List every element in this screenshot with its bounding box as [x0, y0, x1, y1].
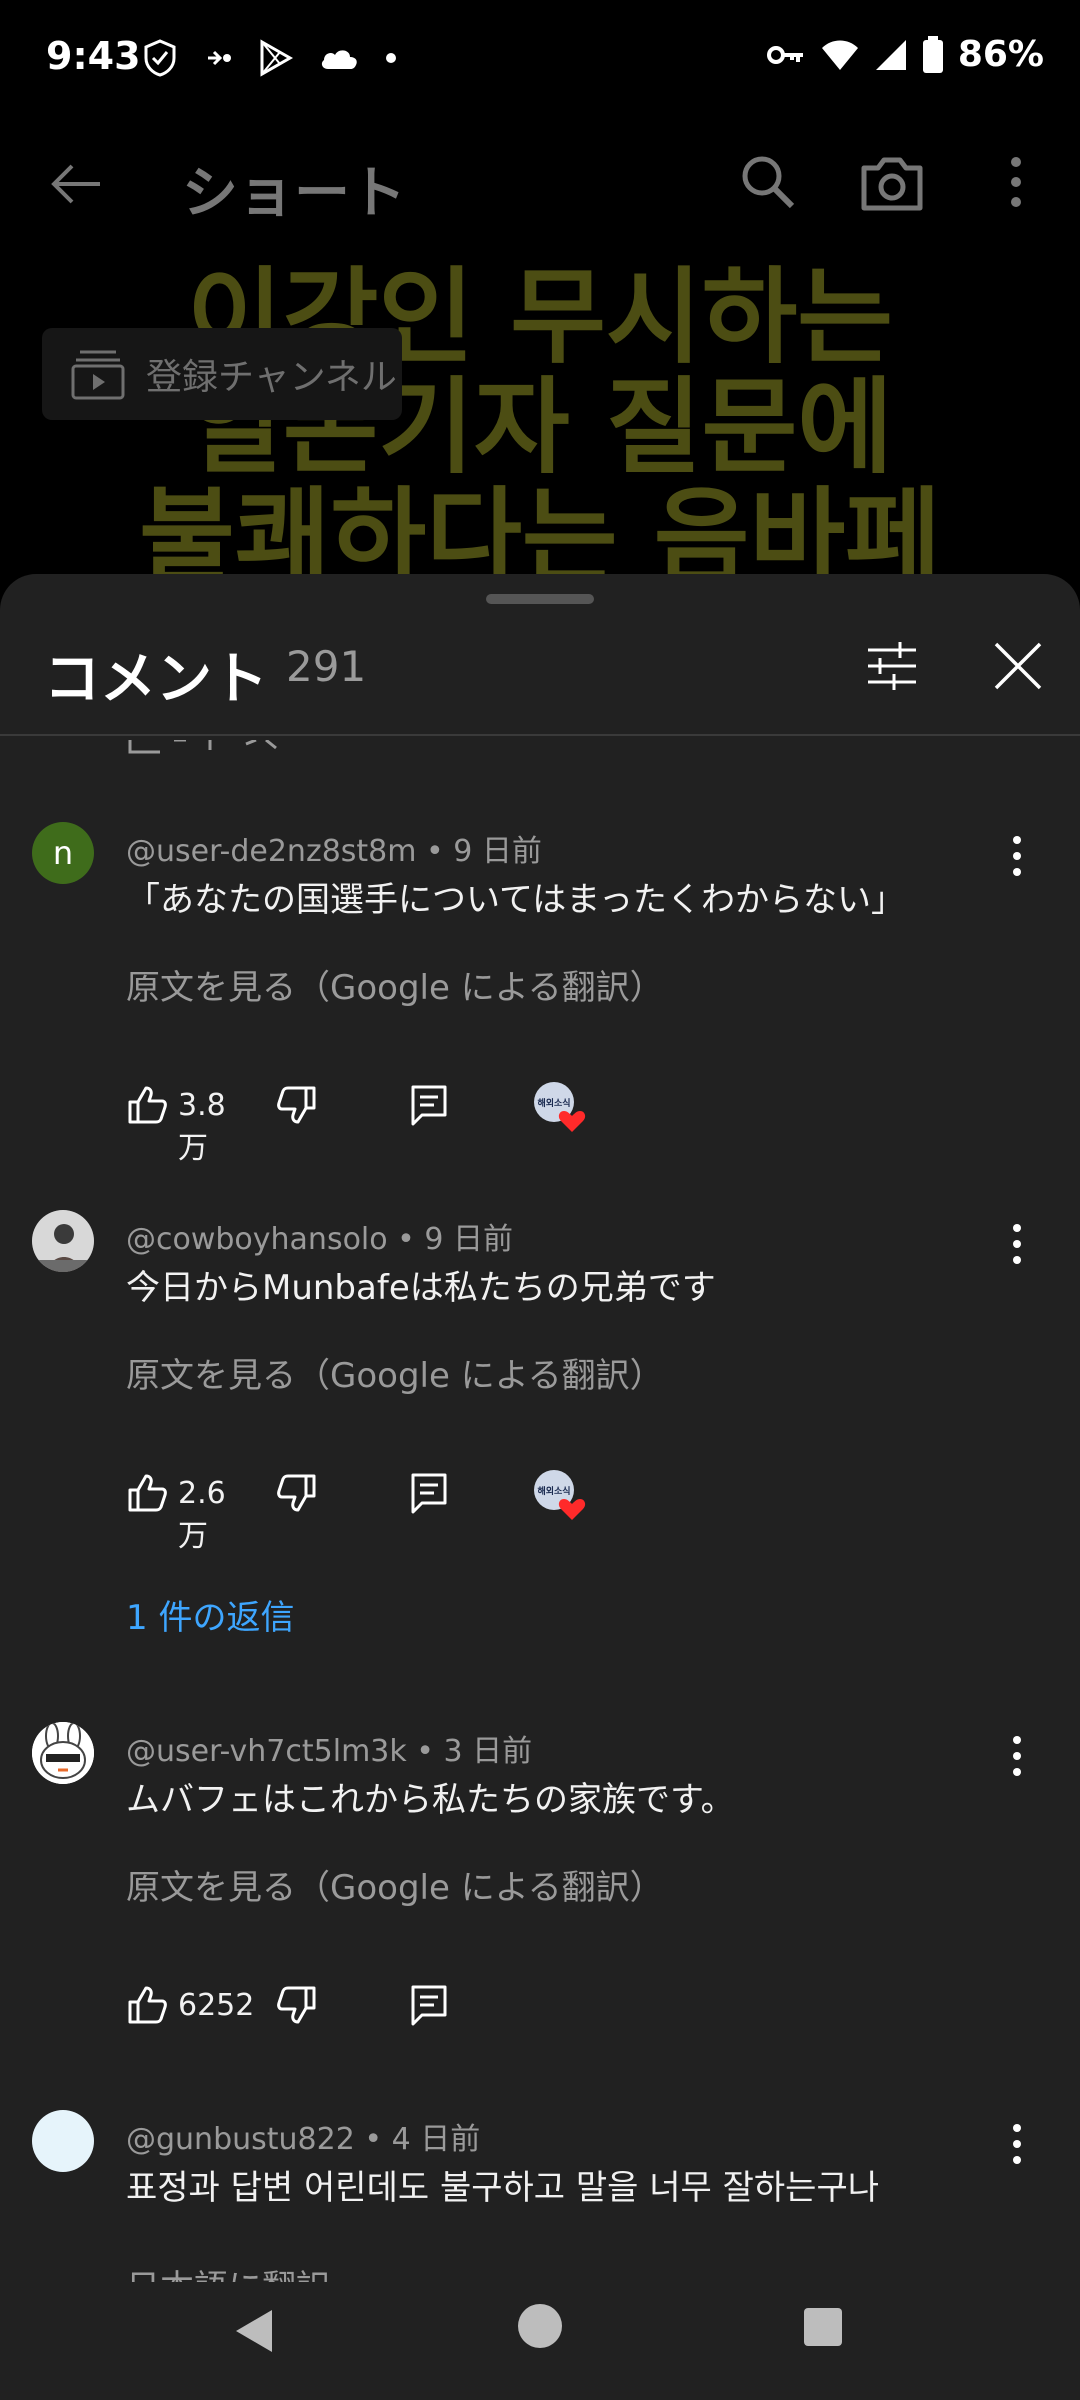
view-replies-button[interactable]: 1 件の返信 — [126, 1590, 294, 1639]
creator-heart-icon: 해외소식 — [534, 1082, 586, 1132]
avatar[interactable] — [32, 1210, 94, 1272]
comment-age: 3 日前 — [443, 1734, 533, 1769]
avatar-photo — [32, 1210, 94, 1272]
filter-icon[interactable] — [864, 638, 920, 694]
dot-icon — [386, 53, 396, 63]
navigation-bar — [0, 2282, 1080, 2400]
close-icon[interactable] — [990, 638, 1046, 694]
like-count: 3.8万 — [178, 1088, 226, 1166]
comment-author[interactable]: @user-vh7ct5lm3k — [126, 1734, 407, 1769]
subscriptions-chip[interactable]: 登録チャンネル — [42, 328, 402, 420]
thumb-up-icon[interactable] — [126, 1984, 168, 2026]
more-vert-icon[interactable] — [1002, 1222, 1032, 1266]
video-caption-line-3: 불쾌하다는 음바페 — [139, 476, 941, 580]
comment-author[interactable]: @gunbustu822 — [126, 2122, 355, 2157]
thumb-down-icon[interactable] — [276, 1984, 318, 2026]
drag-handle[interactable] — [486, 594, 594, 604]
comment-meta: @gunbustu822 • 4 日前 — [126, 2122, 481, 2157]
avatar[interactable]: n — [32, 822, 94, 884]
play-store-icon — [260, 39, 294, 77]
comments-count: 291 — [286, 642, 367, 691]
comment-age: 4 日前 — [391, 2122, 481, 2157]
thumb-down-icon[interactable] — [276, 1084, 318, 1126]
camera-icon[interactable] — [856, 148, 928, 220]
nav-home-icon[interactable] — [518, 2304, 562, 2348]
page-title: ショート — [182, 161, 406, 226]
like-count: 6252 — [178, 1988, 255, 2023]
thumb-up-icon[interactable] — [126, 1472, 168, 1514]
nav-back-icon[interactable] — [232, 2308, 276, 2354]
comment-meta: @user-vh7ct5lm3k • 3 日前 — [126, 1734, 533, 1769]
status-bar: 9:43 86% — [0, 0, 1080, 120]
search-icon[interactable] — [736, 150, 800, 214]
like-count: 2.6万 — [178, 1476, 226, 1554]
shield-check-icon — [144, 39, 176, 77]
see-original-link[interactable]: 原文を見る（Google による翻訳） — [126, 960, 664, 1009]
heart-badge-text: 해외소식 — [537, 1097, 570, 1109]
reply-icon[interactable] — [410, 1984, 448, 2026]
reply-icon[interactable] — [410, 1084, 448, 1126]
reply-icon[interactable] — [410, 1472, 448, 1514]
comment-age: 9 日前 — [424, 1222, 514, 1257]
comment-meta: @user-de2nz8st8m • 9 日前 — [126, 834, 542, 869]
heart-badge-text: 해외소식 — [537, 1485, 570, 1497]
comment-text: 今日からMunbafeは私たちの兄弟です — [126, 1268, 716, 1308]
more-vert-icon[interactable] — [996, 150, 1036, 214]
vpn-key-icon — [766, 45, 803, 64]
data-transfer-icon — [208, 50, 231, 66]
signal-icon — [875, 39, 906, 70]
avatar[interactable] — [32, 1722, 94, 1784]
subscriptions-icon — [71, 350, 125, 400]
comments-sheet: コメント 291 n @user-de2nz8st8m • 9 日前 「あなたの… — [0, 574, 1080, 2400]
see-original-link[interactable]: 原文を見る（Google による翻訳） — [126, 1348, 664, 1397]
comment-age: 9 日前 — [453, 834, 542, 869]
more-vert-icon[interactable] — [1002, 834, 1032, 878]
bunny-avatar — [32, 1722, 94, 1784]
battery-percent: 86% — [957, 34, 1044, 75]
comment-author[interactable]: @user-de2nz8st8m — [126, 834, 416, 869]
wifi-icon — [821, 40, 858, 70]
system-icons: 86% — [766, 34, 1044, 75]
comment-author[interactable]: @cowboyhansolo — [126, 1222, 388, 1257]
comment-text: 「あなたの国選手についてはまったくわからない」 — [126, 880, 905, 920]
cloud-icon — [321, 50, 357, 69]
thumb-up-icon[interactable] — [126, 1084, 168, 1126]
scrolled-action-bar — [128, 740, 277, 754]
avatar[interactable] — [32, 2110, 94, 2172]
comment-meta: @cowboyhansolo • 9 日前 — [126, 1222, 514, 1257]
see-original-link[interactable]: 原文を見る（Google による翻訳） — [126, 1860, 664, 1909]
sheet-divider — [0, 734, 1080, 736]
notification-icons — [140, 38, 398, 78]
back-arrow-icon[interactable] — [40, 148, 112, 220]
avatar-letter: n — [52, 834, 74, 872]
more-vert-icon[interactable] — [1002, 1734, 1032, 1778]
subscriptions-label: 登録チャンネル — [146, 357, 397, 398]
nav-recents-icon[interactable] — [804, 2308, 842, 2346]
comment-text: 표정과 답변 어린데도 불구하고 말을 너무 잘하는구나 — [126, 2168, 880, 2208]
more-vert-icon[interactable] — [1002, 2122, 1032, 2166]
thumb-down-icon[interactable] — [276, 1472, 318, 1514]
battery-icon — [922, 35, 943, 73]
comments-title: コメント — [44, 647, 268, 712]
creator-heart-icon: 해외소식 — [534, 1470, 586, 1520]
status-time: 9:43 — [46, 34, 141, 78]
comment-text: ムバフェはこれから私たちの家族です。 — [126, 1780, 735, 1820]
